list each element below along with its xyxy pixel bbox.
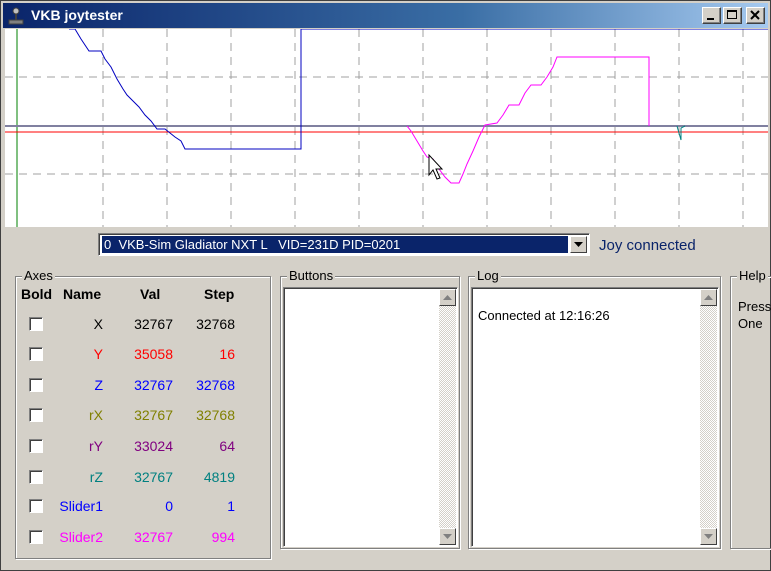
device-select-value: 0 VKB-Sim Gladiator NXT L VID=231D PID=0… <box>102 236 568 253</box>
close-button[interactable] <box>746 7 765 24</box>
axis-step: 32768 <box>196 316 235 332</box>
bold-checkbox[interactable] <box>29 439 43 453</box>
graph-trace-z <box>69 29 768 150</box>
val-header: Val <box>140 286 161 302</box>
bold-checkbox[interactable] <box>29 470 43 484</box>
bold-checkbox[interactable] <box>29 378 43 392</box>
maximize-button[interactable] <box>723 7 742 24</box>
minimize-button[interactable] <box>702 7 721 24</box>
help-line: Press <box>738 299 771 314</box>
help-group-label: Help <box>737 268 768 283</box>
log-scrollbar[interactable] <box>700 289 717 545</box>
help-line: One <box>738 316 763 331</box>
axis-value: 32767 <box>134 469 173 485</box>
axis-name: rY <box>89 438 103 454</box>
bold-checkbox[interactable] <box>29 408 43 422</box>
buttons-scrollbar[interactable] <box>439 289 456 545</box>
buttons-group-label: Buttons <box>287 268 336 283</box>
arrow-up-icon <box>443 295 452 300</box>
axis-row: rZ 32767 4819 <box>1 466 271 490</box>
axis-row: Y 35058 16 <box>1 343 271 367</box>
arrow-down-icon <box>443 534 452 539</box>
axis-step: 994 <box>211 529 235 545</box>
axis-name: Y <box>93 346 103 362</box>
log-list[interactable]: Connected at 12:16:26 <box>471 287 719 547</box>
bold-checkbox[interactable] <box>29 530 43 544</box>
joystick-icon <box>8 7 24 25</box>
app-window: VKB joytester 0 VKB-Sim Gladiator NXT L … <box>0 0 771 571</box>
arrow-up-icon <box>704 295 713 300</box>
axis-name: Slider1 <box>59 498 103 514</box>
axis-value: 0 <box>165 498 173 514</box>
close-icon <box>750 10 760 20</box>
axis-step: 32768 <box>196 377 235 393</box>
chevron-down-icon <box>574 242 583 247</box>
axis-graph <box>5 29 768 227</box>
name-header: Name <box>63 286 102 302</box>
axis-value: 32767 <box>134 316 173 332</box>
title-bar[interactable]: VKB joytester <box>3 3 768 28</box>
graph-trace-slider2 <box>406 56 650 184</box>
axis-step: 64 <box>219 438 235 454</box>
axis-step: 4819 <box>203 469 235 485</box>
axis-step: 1 <box>227 498 235 514</box>
axis-row: rX 32767 32768 <box>1 404 271 428</box>
window-title: VKB joytester <box>31 7 123 23</box>
axis-row: X 32767 32768 <box>1 313 271 337</box>
axis-row: rY 33024 64 <box>1 435 271 459</box>
arrow-down-icon <box>704 534 713 539</box>
scroll-down-button[interactable] <box>439 528 456 545</box>
step-header: Step <box>204 286 235 302</box>
log-group-label: Log <box>475 268 501 283</box>
bold-checkbox[interactable] <box>29 499 43 513</box>
buttons-list[interactable] <box>283 287 458 547</box>
log-line: Connected at 12:16:26 <box>478 308 610 323</box>
bold-header: Bold <box>21 286 53 302</box>
connection-status: Joy connected <box>599 237 696 254</box>
axis-name: Z <box>94 377 103 393</box>
axis-name: rX <box>89 407 103 423</box>
axis-name: rZ <box>89 469 103 485</box>
axis-name: X <box>93 316 103 332</box>
axes-group-label: Axes <box>22 268 55 283</box>
axis-value: 33024 <box>134 438 173 454</box>
axis-step: 32768 <box>196 407 235 423</box>
axis-row: Z 32767 32768 <box>1 374 271 398</box>
scroll-down-button[interactable] <box>700 528 717 545</box>
axis-row: Slider1 0 1 <box>1 495 271 519</box>
device-select[interactable]: 0 VKB-Sim Gladiator NXT L VID=231D PID=0… <box>98 233 590 256</box>
bold-checkbox[interactable] <box>29 317 43 331</box>
axis-step: 16 <box>219 346 235 362</box>
maximize-icon <box>727 10 737 19</box>
axis-value: 32767 <box>134 407 173 423</box>
axis-row: Slider2 32767 994 <box>1 526 271 550</box>
graph-trace-rz <box>676 125 686 141</box>
axis-value: 35058 <box>134 346 173 362</box>
minimize-icon <box>707 18 714 20</box>
bold-checkbox[interactable] <box>29 347 43 361</box>
axis-name: Slider2 <box>59 529 103 545</box>
device-dropdown-button[interactable] <box>570 236 587 253</box>
scroll-up-button[interactable] <box>439 289 456 306</box>
axis-value: 32767 <box>134 529 173 545</box>
mouse-cursor-icon <box>428 153 444 180</box>
graph-grid <box>5 29 768 227</box>
axis-value: 32767 <box>134 377 173 393</box>
scroll-up-button[interactable] <box>700 289 717 306</box>
